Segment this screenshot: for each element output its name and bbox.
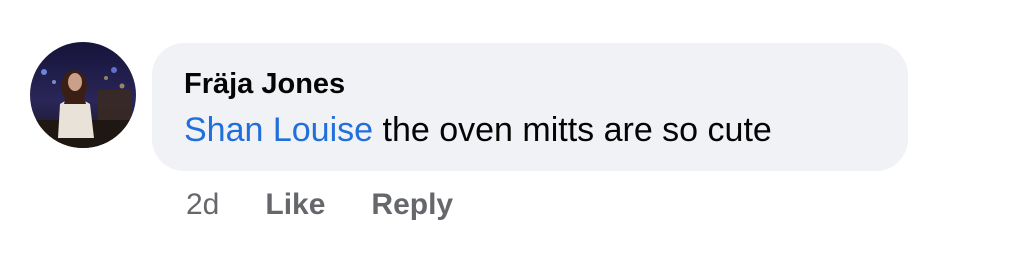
comment-author[interactable]: Fräja Jones (184, 68, 345, 101)
comment-text: Shan Louise the oven mitts are so cute (184, 111, 772, 150)
comment-body: the oven mitts are so cute (373, 111, 772, 149)
like-button[interactable]: Like (265, 188, 325, 222)
comment-bubble: Fräja Jones Shan Louise the oven mitts a… (152, 43, 908, 171)
reply-button[interactable]: Reply (371, 188, 453, 222)
avatar[interactable] (30, 42, 136, 148)
comment-actions: 2d Like Reply (186, 188, 499, 222)
comment-timestamp[interactable]: 2d (186, 188, 219, 222)
avatar-photo (30, 42, 136, 148)
mention-link[interactable]: Shan Louise (184, 111, 373, 149)
